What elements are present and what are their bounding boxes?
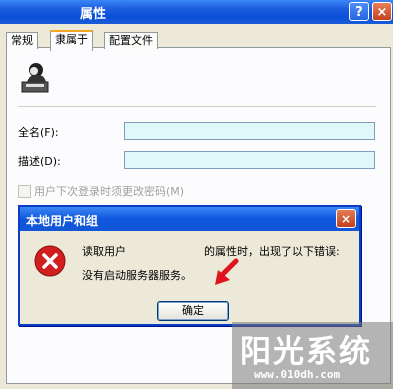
separator-top: [18, 106, 376, 107]
change-password-label: 用户下次登录时须更改密码(M): [34, 185, 185, 198]
dialog-titlebar: 本地用户和组 ×: [20, 207, 359, 231]
fullname-label: 全名(F):: [18, 126, 59, 139]
watermark: 阳光系统 www.010dh.com: [232, 322, 393, 389]
error-message-part2: 的属性时，出现了以下错误:: [204, 245, 340, 258]
dialog-title: 本地用户和组: [26, 214, 99, 228]
help-button[interactable]: ?: [349, 2, 369, 21]
error-message-line2: 没有启动服务器服务。: [82, 269, 192, 282]
close-button[interactable]: ×: [372, 2, 392, 21]
window-title: 属性: [80, 7, 107, 22]
user-icon: [21, 63, 49, 93]
watermark-url: www.010dh.com: [254, 368, 341, 381]
description-input[interactable]: [124, 151, 375, 169]
annotation-arrow-icon: [215, 258, 239, 285]
tab-profile[interactable]: 配置文件: [104, 32, 158, 49]
window-titlebar: 属性 ? ×: [0, 0, 393, 24]
ok-button[interactable]: 确定: [157, 301, 229, 321]
tab-member-of[interactable]: 隶属于: [50, 30, 93, 51]
error-icon: [34, 245, 66, 277]
error-dialog: 本地用户和组 × 读取用户 的属性时，出现了以下错误: 没有启动服务器服务。 确…: [18, 205, 361, 326]
change-password-checkbox[interactable]: [18, 185, 31, 198]
dialog-close-button[interactable]: ×: [336, 209, 356, 228]
fullname-input[interactable]: [124, 122, 375, 140]
tab-general[interactable]: 常规: [6, 32, 38, 49]
error-message-part1: 读取用户: [82, 245, 126, 258]
description-label: 描述(D):: [18, 155, 61, 168]
watermark-title: 阳光系统: [240, 334, 372, 370]
